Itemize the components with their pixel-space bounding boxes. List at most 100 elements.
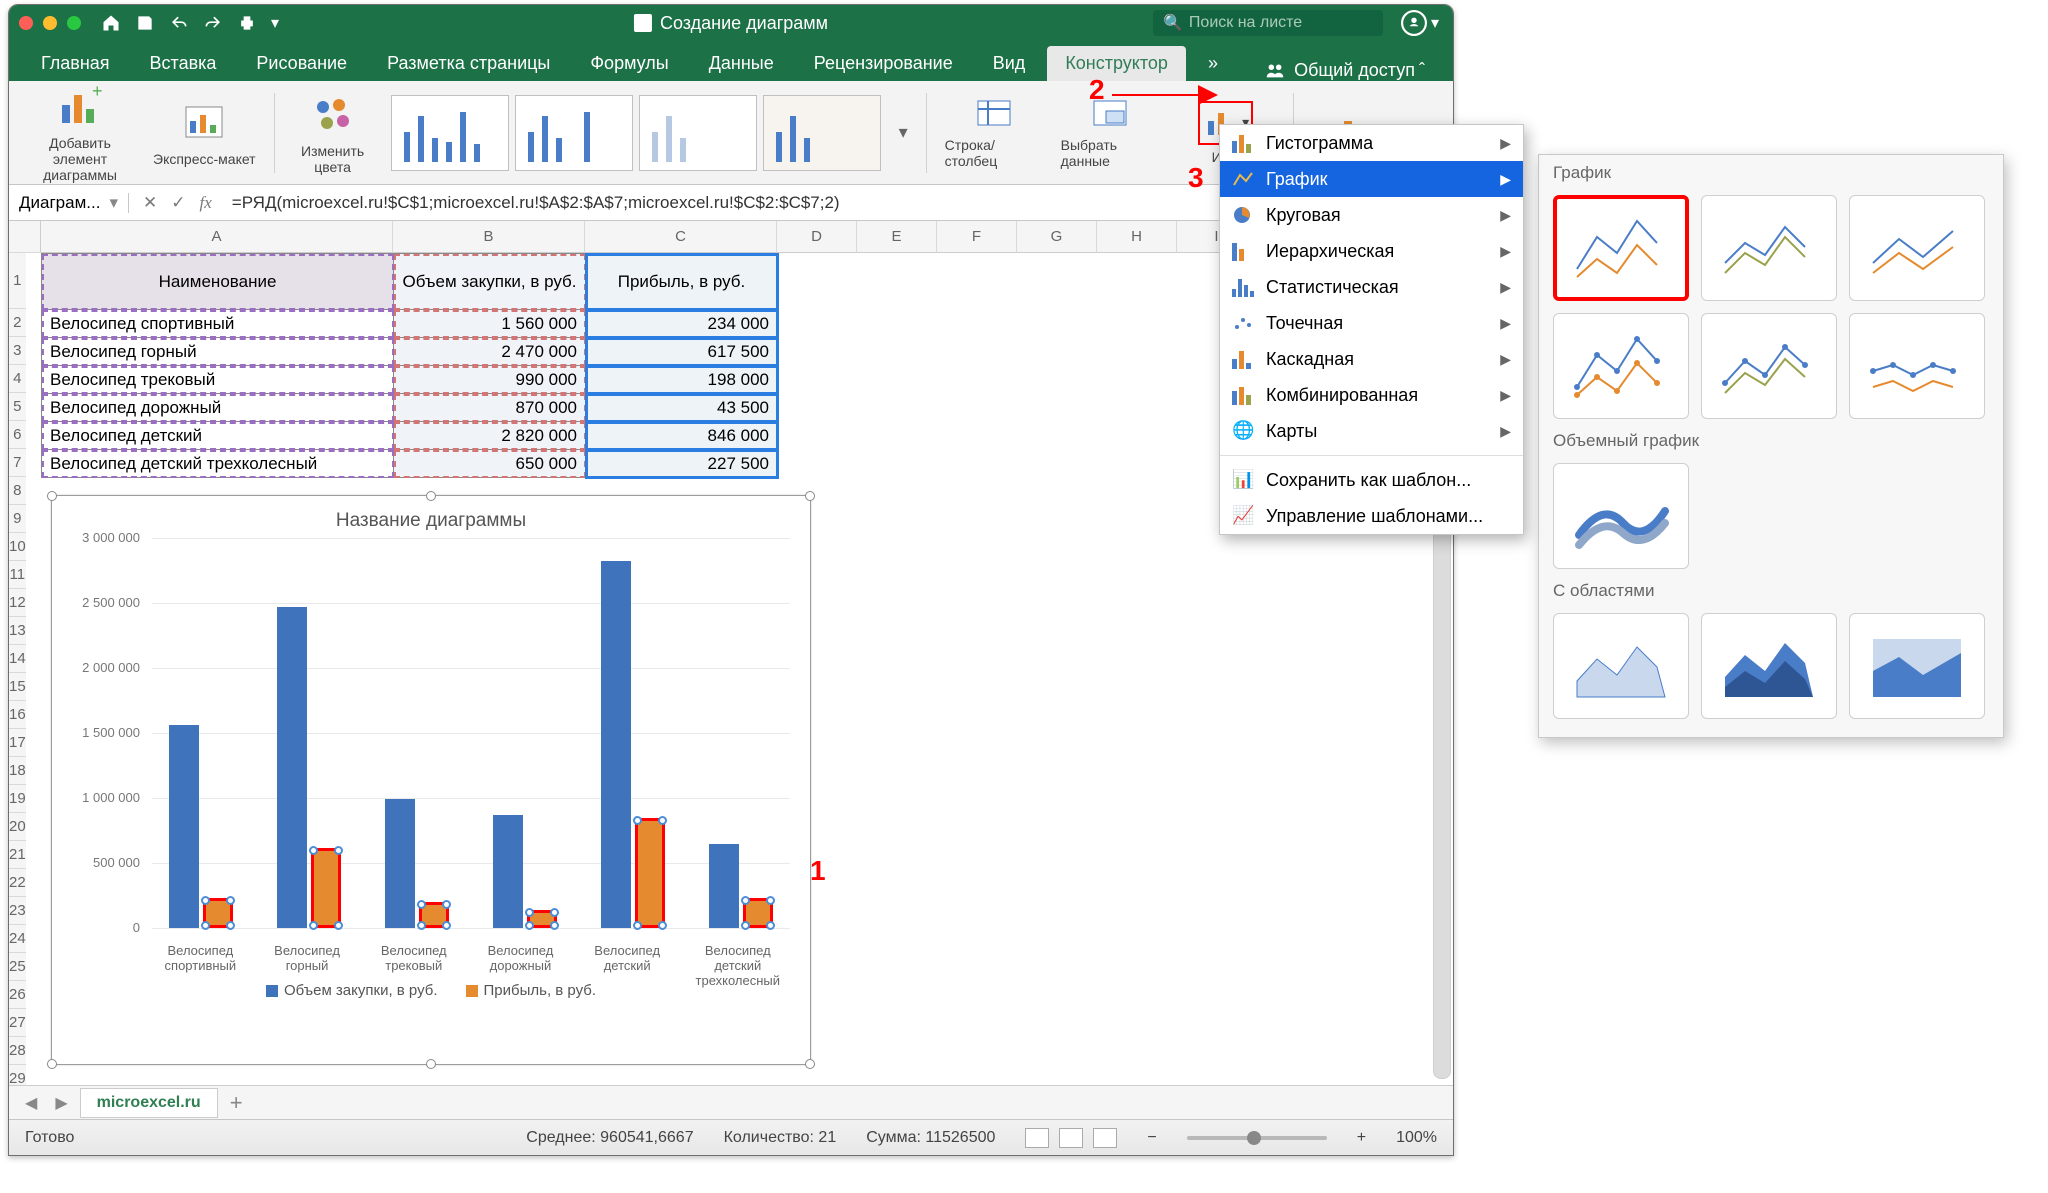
zoom-window-icon[interactable] bbox=[67, 16, 81, 30]
cell[interactable]: 2 470 000 bbox=[394, 338, 586, 366]
undo-icon[interactable] bbox=[169, 13, 189, 33]
switch-row-col[interactable]: Строка/столбец bbox=[945, 97, 1043, 169]
view-buttons[interactable] bbox=[1025, 1128, 1117, 1148]
fx-icon[interactable]: fx bbox=[200, 193, 212, 213]
view-page-break-icon[interactable] bbox=[1093, 1128, 1117, 1148]
tab-draw[interactable]: Рисование bbox=[238, 46, 365, 81]
area-chart-100-stacked-thumb[interactable] bbox=[1849, 613, 1985, 719]
cell[interactable]: Велосипед детский bbox=[42, 422, 394, 450]
tab-formulas[interactable]: Формулы bbox=[572, 46, 686, 81]
bar-series-2-selected[interactable] bbox=[635, 818, 665, 928]
row-header[interactable]: 5 bbox=[9, 393, 26, 421]
tab-chart-design[interactable]: Конструктор bbox=[1047, 46, 1186, 81]
embedded-chart[interactable]: Название диаграммы 0500 0001 000 0001 50… bbox=[51, 495, 811, 1065]
bar-series-1[interactable] bbox=[385, 799, 415, 928]
bar-series-2-selected[interactable] bbox=[203, 898, 233, 928]
row-header[interactable]: 16 bbox=[9, 701, 26, 729]
tab-view[interactable]: Вид bbox=[975, 46, 1044, 81]
resize-handle[interactable] bbox=[805, 1059, 815, 1069]
save-icon[interactable] bbox=[135, 13, 155, 33]
header-name[interactable]: Наименование bbox=[42, 254, 394, 310]
col-header[interactable]: E bbox=[857, 221, 937, 253]
col-header[interactable]: H bbox=[1097, 221, 1177, 253]
cancel-formula-icon[interactable]: ✕ bbox=[143, 193, 157, 213]
area-chart-thumb[interactable] bbox=[1553, 613, 1689, 719]
cell[interactable]: 2 820 000 bbox=[394, 422, 586, 450]
col-header[interactable]: G bbox=[1017, 221, 1097, 253]
row-header[interactable]: 11 bbox=[9, 561, 26, 589]
3d-line-chart-thumb[interactable] bbox=[1553, 463, 1689, 569]
cell[interactable]: 198 000 bbox=[586, 366, 778, 394]
line-chart-basic-thumb[interactable] bbox=[1553, 195, 1689, 301]
account-button[interactable]: ▾ bbox=[1401, 10, 1439, 36]
col-header[interactable]: B bbox=[393, 221, 585, 253]
tab-review[interactable]: Рецензирование bbox=[796, 46, 971, 81]
add-chart-element[interactable]: + Добавить элемент диаграммы bbox=[25, 83, 135, 183]
tab-data[interactable]: Данные bbox=[691, 46, 792, 81]
close-window-icon[interactable] bbox=[19, 16, 33, 30]
row-header[interactable]: 12 bbox=[9, 589, 26, 617]
row-header[interactable]: 21 bbox=[9, 841, 26, 869]
bar-series-2-selected[interactable] bbox=[527, 910, 557, 928]
row-header[interactable]: 9 bbox=[9, 505, 26, 533]
row-header[interactable]: 1 bbox=[9, 253, 26, 309]
row-header[interactable]: 27 bbox=[9, 1009, 26, 1037]
row-header[interactable]: 2 bbox=[9, 309, 26, 337]
bar-series-1[interactable] bbox=[601, 561, 631, 928]
redo-icon[interactable] bbox=[203, 13, 223, 33]
row-header[interactable]: 23 bbox=[9, 897, 26, 925]
zoom-value[interactable]: 100% bbox=[1396, 1129, 1437, 1147]
tab-insert[interactable]: Вставка bbox=[132, 46, 235, 81]
cell[interactable]: 43 500 bbox=[586, 394, 778, 422]
sheet-nav-next-icon[interactable]: ▶ bbox=[49, 1093, 73, 1113]
plot-area[interactable]: 0500 0001 000 0001 500 0002 000 0002 500… bbox=[152, 538, 790, 968]
cell[interactable]: 227 500 bbox=[586, 450, 778, 478]
row-header[interactable]: 10 bbox=[9, 533, 26, 561]
chart-type-menu-item[interactable]: Круговая▶ bbox=[1220, 197, 1523, 233]
zoom-knob[interactable] bbox=[1247, 1131, 1261, 1145]
view-normal-icon[interactable] bbox=[1025, 1128, 1049, 1148]
row-header[interactable]: 28 bbox=[9, 1037, 26, 1065]
line-chart-stacked-thumb[interactable] bbox=[1701, 195, 1837, 301]
col-header[interactable]: C bbox=[585, 221, 777, 253]
zoom-in-icon[interactable]: + bbox=[1357, 1129, 1366, 1147]
zoom-out-icon[interactable]: − bbox=[1147, 1129, 1156, 1147]
cell[interactable]: Велосипед горный bbox=[42, 338, 394, 366]
cell[interactable]: Велосипед спортивный bbox=[42, 310, 394, 338]
cell[interactable]: 234 000 bbox=[586, 310, 778, 338]
row-header[interactable]: 15 bbox=[9, 673, 26, 701]
line-chart-stacked-markers-thumb[interactable] bbox=[1701, 313, 1837, 419]
tabs-overflow[interactable]: » bbox=[1190, 46, 1236, 81]
data-table[interactable]: Наименование Объем закупки, в руб. Прибы… bbox=[41, 253, 778, 478]
cell[interactable]: Велосипед детский трехколесный bbox=[42, 450, 394, 478]
resize-handle[interactable] bbox=[426, 491, 436, 501]
bar-series-1[interactable] bbox=[277, 607, 307, 928]
row-header[interactable]: 20 bbox=[9, 813, 26, 841]
qat-dropdown-icon[interactable]: ▾ bbox=[271, 13, 279, 33]
row-header[interactable]: 19 bbox=[9, 785, 26, 813]
cell[interactable]: 846 000 bbox=[586, 422, 778, 450]
name-box[interactable]: Диаграм... ▾ bbox=[9, 193, 129, 213]
menu-save-as-template[interactable]: 📊 Сохранить как шаблон... bbox=[1220, 462, 1523, 498]
row-header[interactable]: 17 bbox=[9, 729, 26, 757]
chart-type-menu-item[interactable]: Иерархическая▶ bbox=[1220, 233, 1523, 269]
row-header[interactable]: 24 bbox=[9, 925, 26, 953]
col-header[interactable]: A bbox=[41, 221, 393, 253]
row-header[interactable]: 4 bbox=[9, 365, 26, 393]
chart-title[interactable]: Название диаграммы bbox=[52, 496, 810, 538]
chart-type-menu-item[interactable]: Статистическая▶ bbox=[1220, 269, 1523, 305]
chart-type-menu-item[interactable]: График▶ bbox=[1220, 161, 1523, 197]
row-header[interactable]: 3 bbox=[9, 337, 26, 365]
row-header[interactable]: 7 bbox=[9, 449, 26, 477]
row-header[interactable]: 6 bbox=[9, 421, 26, 449]
sheet-nav-prev-icon[interactable]: ◀ bbox=[19, 1093, 43, 1113]
cell[interactable]: Велосипед дорожный bbox=[42, 394, 394, 422]
quick-layout[interactable]: Экспресс-макет bbox=[153, 99, 256, 167]
sheet-search[interactable]: 🔍 Поиск на листе bbox=[1153, 10, 1383, 36]
row-header[interactable]: 8 bbox=[9, 477, 26, 505]
row-header[interactable]: 25 bbox=[9, 953, 26, 981]
bar-series-2-selected[interactable] bbox=[419, 902, 449, 928]
area-chart-stacked-thumb[interactable] bbox=[1701, 613, 1837, 719]
sheet-tab[interactable]: microexcel.ru bbox=[80, 1088, 218, 1118]
bar-series-2-selected[interactable] bbox=[311, 848, 341, 928]
